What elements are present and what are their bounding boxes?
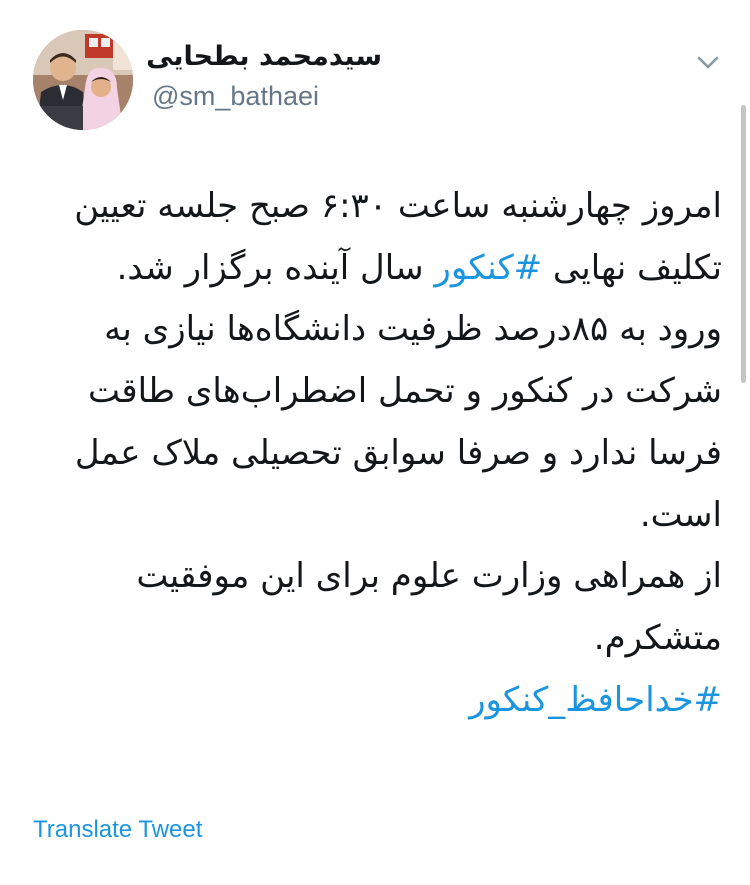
chevron-down-icon xyxy=(697,56,719,69)
author-display-name[interactable]: سیدمحمد بطحایی xyxy=(146,40,382,74)
tweet-text-segment: ورود به ۸۵درصد ظرفیت دانشگاه‌ها نیازی به… xyxy=(74,309,722,535)
scrollbar[interactable] xyxy=(741,105,746,383)
tweet-paragraph: #خداحافظ_کنکور xyxy=(20,670,722,732)
tweet-text-segment: سال آینده برگزار شد. xyxy=(116,247,435,288)
tweet-card: سیدمحمد بطحایی @sm_bathaei امروز چهارشنب… xyxy=(0,0,750,885)
tweet-text-segment: از همراهی وزارت علوم برای این موفقیت متش… xyxy=(136,556,722,658)
translate-tweet-link[interactable]: Translate Tweet xyxy=(33,815,202,845)
tweet-paragraph: از همراهی وزارت علوم برای این موفقیت متش… xyxy=(20,546,722,669)
tweet-menu-button[interactable] xyxy=(694,48,722,76)
tweet-paragraph: ورود به ۸۵درصد ظرفیت دانشگاه‌ها نیازی به… xyxy=(20,299,722,546)
tweet-paragraph: امروز چهارشنبه ساعت ۶:۳۰ صبح جلسه تعیین … xyxy=(20,176,722,299)
hashtag-link[interactable]: #خداحافظ_کنکور xyxy=(469,680,722,720)
avatar[interactable] xyxy=(33,30,133,130)
hashtag-link[interactable]: #کنکور xyxy=(434,248,542,288)
profile-photo-icon xyxy=(33,30,133,130)
tweet-text: امروز چهارشنبه ساعت ۶:۳۰ صبح جلسه تعیین … xyxy=(20,176,722,731)
author-handle[interactable]: @sm_bathaei xyxy=(152,80,319,112)
